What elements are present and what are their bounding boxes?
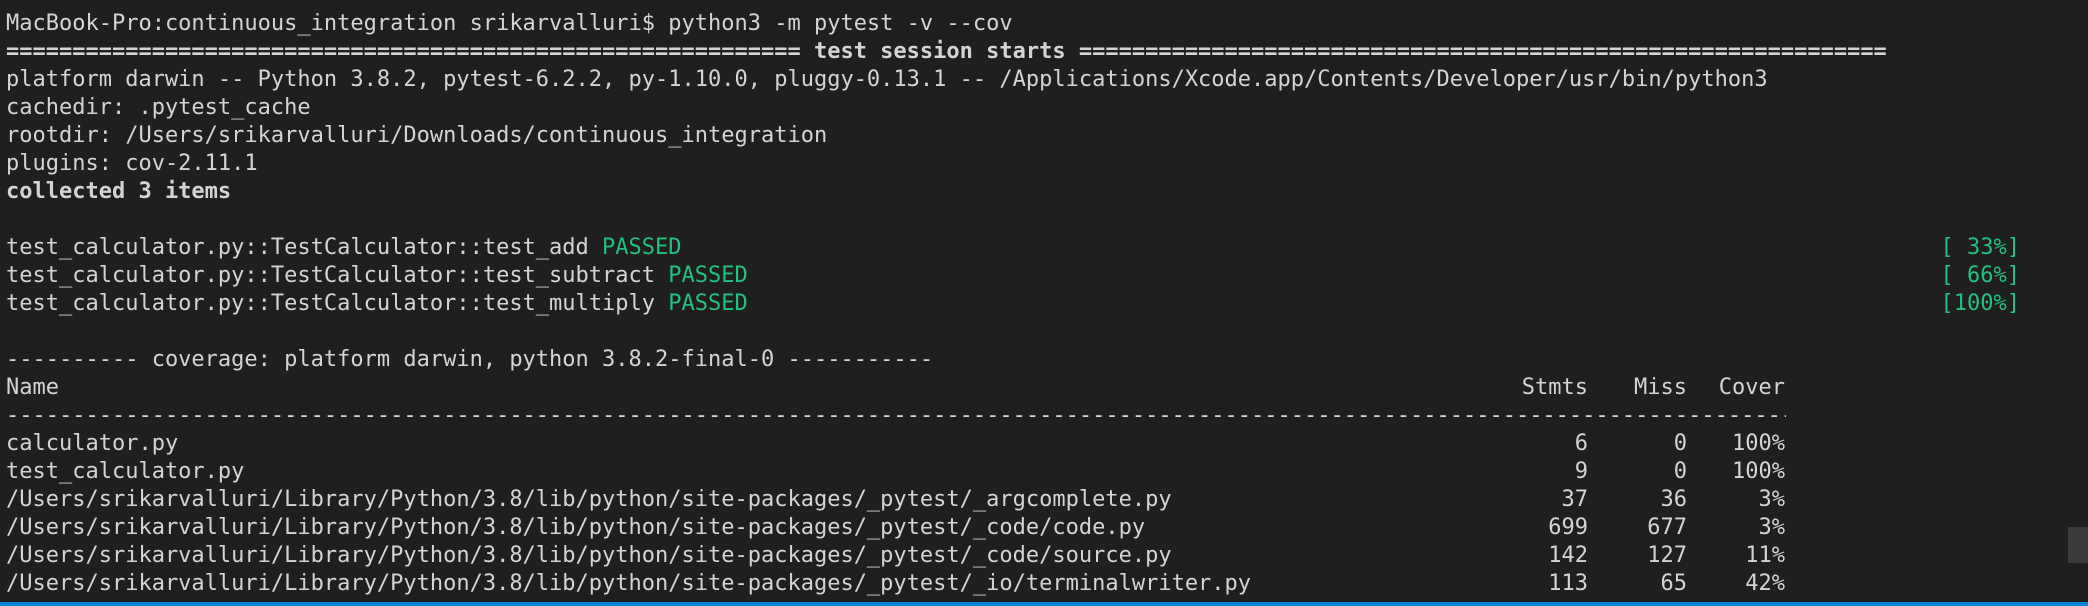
test-progress: [100%]: [1940, 291, 2020, 316]
miss-value: 36: [1660, 487, 1688, 512]
session-header: ========================================…: [6, 39, 1887, 64]
command-prompt-line: MacBook-Pro:continuous_integration srika…: [6, 11, 1013, 36]
collected-count: collected 3 items: [6, 179, 232, 204]
platform-info: platform darwin -- Python 3.8.2, pytest-…: [6, 67, 1768, 92]
file-name: /Users/srikarvalluri/Library/Python/3.8/…: [6, 543, 1172, 568]
cover-value: 3%: [1758, 487, 1786, 512]
miss-value: 677: [1647, 515, 1687, 540]
test-result-row: test_calculator.py::TestCalculator::test…: [6, 262, 748, 290]
test-status-badge: PASSED: [668, 291, 748, 316]
test-result-row: test_calculator.py::TestCalculator::test…: [6, 234, 682, 262]
miss-value: 0: [1673, 459, 1687, 484]
file-name: /Users/srikarvalluri/Library/Python/3.8/…: [6, 487, 1172, 512]
cover-value: 3%: [1758, 515, 1786, 540]
stmts-value: 9: [1574, 459, 1588, 484]
miss-value: 127: [1647, 543, 1687, 568]
file-name: calculator.py: [6, 431, 179, 456]
stmts-value: 6: [1574, 431, 1588, 456]
test-result-row: test_calculator.py::TestCalculator::test…: [6, 290, 748, 318]
file-name: /Users/srikarvalluri/Library/Python/3.8/…: [6, 571, 1252, 596]
coverage-header: ---------- coverage: platform darwin, py…: [6, 347, 934, 372]
stmts-value: 699: [1548, 515, 1588, 540]
cover-value: 100%: [1732, 431, 1785, 456]
column-header-cover: Cover: [1718, 375, 1785, 400]
terminal-window[interactable]: MacBook-Pro:continuous_integration srika…: [0, 0, 2088, 606]
cover-value: 100%: [1732, 459, 1785, 484]
panel-bottom-border: [0, 602, 2088, 606]
test-name: test_calculator.py::TestCalculator::test…: [6, 291, 656, 316]
column-header-name: Name: [6, 375, 59, 400]
column-header-stmts: Stmts: [1521, 375, 1588, 400]
test-name: test_calculator.py::TestCalculator::test…: [6, 263, 656, 288]
test-name: test_calculator.py::TestCalculator::test…: [6, 235, 589, 260]
cover-value: 42%: [1745, 571, 1785, 596]
miss-value: 0: [1673, 431, 1687, 456]
stmts-value: 113: [1548, 571, 1588, 596]
stmts-value: 37: [1561, 487, 1589, 512]
file-name: /Users/srikarvalluri/Library/Python/3.8/…: [6, 515, 1146, 540]
plugins-info: plugins: cov-2.11.1: [6, 151, 258, 176]
stmts-value: 142: [1548, 543, 1588, 568]
rootdir-info: rootdir: /Users/srikarvalluri/Downloads/…: [6, 123, 828, 148]
miss-value: 65: [1660, 571, 1688, 596]
test-status-badge: PASSED: [668, 263, 748, 288]
file-name: test_calculator.py: [6, 459, 245, 484]
cover-value: 11%: [1745, 543, 1785, 568]
scrollbar-thumb[interactable]: [2068, 527, 2088, 563]
table-divider: ----------------------------------------…: [6, 403, 1786, 428]
cachedir-info: cachedir: .pytest_cache: [6, 95, 311, 120]
test-progress: [ 66%]: [1940, 263, 2020, 288]
column-header-miss: Miss: [1634, 375, 1687, 400]
test-status-badge: PASSED: [602, 235, 682, 260]
test-progress: [ 33%]: [1940, 235, 2020, 260]
